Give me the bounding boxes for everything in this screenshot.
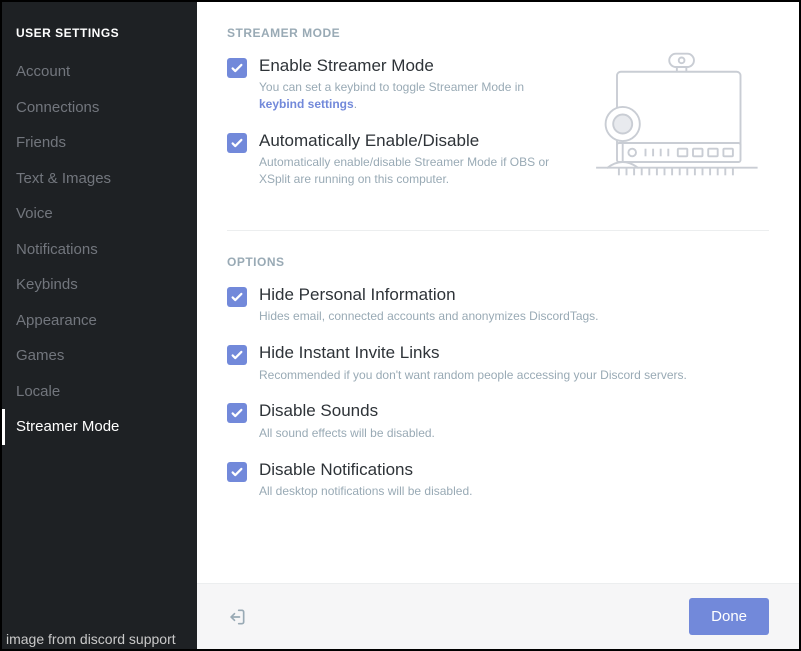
checkbox-enable-streamer-mode[interactable] — [227, 58, 247, 78]
check-icon — [230, 61, 244, 75]
option-disable-sounds: Disable Sounds All sound effects will be… — [227, 401, 769, 441]
checkbox-disable-notifications[interactable] — [227, 462, 247, 482]
checkbox-hide-personal-info[interactable] — [227, 287, 247, 307]
option-hide-instant-invite: Hide Instant Invite Links Recommended if… — [227, 343, 769, 383]
footer-bar: Done — [197, 583, 799, 649]
option-label: Disable Notifications — [259, 460, 769, 480]
option-label: Enable Streamer Mode — [259, 56, 563, 76]
sidebar-item-locale[interactable]: Locale — [2, 374, 197, 410]
option-description: Hides email, connected accounts and anon… — [259, 308, 769, 325]
sidebar-item-text-images[interactable]: Text & Images — [2, 161, 197, 197]
sidebar-item-connections[interactable]: Connections — [2, 90, 197, 126]
option-description: All desktop notifications will be disabl… — [259, 483, 769, 500]
content-area: STREAMER MODE Enable Streamer Mode You c… — [197, 2, 799, 583]
sidebar-item-account[interactable]: Account — [2, 54, 197, 90]
sidebar-item-streamer-mode[interactable]: Streamer Mode — [2, 409, 197, 445]
option-label: Automatically Enable/Disable — [259, 131, 563, 151]
option-disable-notifications: Disable Notifications All desktop notifi… — [227, 460, 769, 500]
section-title-options: OPTIONS — [227, 255, 769, 269]
sidebar-item-notifications[interactable]: Notifications — [2, 232, 197, 268]
section-title-streamer-mode: STREAMER MODE — [227, 26, 769, 40]
option-auto-enable: Automatically Enable/Disable Automatical… — [227, 131, 563, 188]
monitor-webcam-mic-icon — [579, 48, 769, 181]
streamer-illustration — [579, 48, 769, 206]
check-icon — [230, 406, 244, 420]
logout-icon[interactable] — [227, 607, 247, 627]
option-label: Disable Sounds — [259, 401, 769, 421]
attribution-text: image from discord support — [6, 631, 176, 647]
sidebar-item-appearance[interactable]: Appearance — [2, 303, 197, 339]
sidebar: USER SETTINGS Account Connections Friend… — [2, 2, 197, 649]
sidebar-item-friends[interactable]: Friends — [2, 125, 197, 161]
keybind-settings-link[interactable]: keybind settings — [259, 97, 354, 111]
option-label: Hide Personal Information — [259, 285, 769, 305]
option-description: All sound effects will be disabled. — [259, 425, 769, 442]
sidebar-item-keybinds[interactable]: Keybinds — [2, 267, 197, 303]
sidebar-item-voice[interactable]: Voice — [2, 196, 197, 232]
option-description: Automatically enable/disable Streamer Mo… — [259, 154, 563, 188]
sidebar-item-games[interactable]: Games — [2, 338, 197, 374]
checkbox-hide-instant-invite[interactable] — [227, 345, 247, 365]
option-enable-streamer-mode: Enable Streamer Mode You can set a keybi… — [227, 56, 563, 113]
sidebar-header: USER SETTINGS — [2, 2, 197, 54]
done-button[interactable]: Done — [689, 598, 769, 635]
main-panel: STREAMER MODE Enable Streamer Mode You c… — [197, 2, 799, 649]
option-label: Hide Instant Invite Links — [259, 343, 769, 363]
check-icon — [230, 348, 244, 362]
checkbox-auto-enable[interactable] — [227, 133, 247, 153]
check-icon — [230, 136, 244, 150]
check-icon — [230, 290, 244, 304]
check-icon — [230, 465, 244, 479]
checkbox-disable-sounds[interactable] — [227, 403, 247, 423]
option-description: Recommended if you don't want random peo… — [259, 367, 769, 384]
option-description: You can set a keybind to toggle Streamer… — [259, 79, 563, 113]
option-hide-personal-info: Hide Personal Information Hides email, c… — [227, 285, 769, 325]
